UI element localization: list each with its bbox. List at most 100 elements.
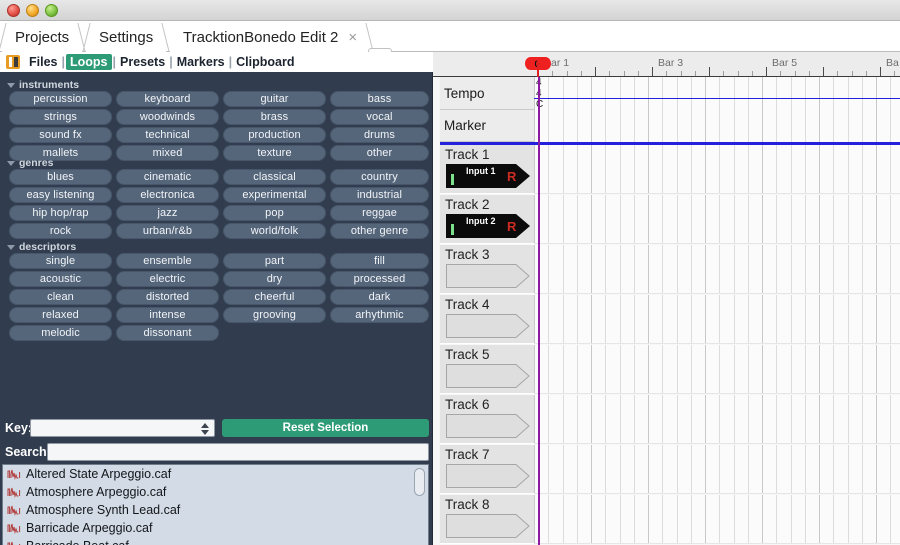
tag-chip[interactable]: industrial xyxy=(330,187,429,203)
results-scrollbar-thumb[interactable] xyxy=(414,468,425,496)
tag-chip[interactable]: production xyxy=(223,127,326,143)
tag-chip[interactable]: keyboard xyxy=(116,91,219,107)
subtab-clipboard[interactable]: Clipboard xyxy=(233,54,297,70)
track-header[interactable]: Track 3 xyxy=(440,245,534,294)
tag-chip[interactable]: experimental xyxy=(223,187,326,203)
tag-chip[interactable]: distorted xyxy=(116,289,219,305)
lane-header-marker[interactable]: Marker xyxy=(440,110,534,142)
close-icon[interactable]: × xyxy=(348,30,357,45)
tag-chip[interactable]: relaxed xyxy=(9,307,112,323)
tag-chip[interactable]: other xyxy=(330,145,429,161)
loop-list-item[interactable]: Barricade Beat.caf xyxy=(3,537,428,545)
track-header[interactable]: Track 8 xyxy=(440,495,534,544)
lane-header-tempo[interactable]: Tempo xyxy=(440,77,534,110)
loop-list-item[interactable]: Atmosphere Arpeggio.caf xyxy=(3,483,428,501)
record-arm-indicator[interactable] xyxy=(451,174,454,185)
track-input-selector[interactable] xyxy=(446,414,530,438)
tag-chip[interactable]: woodwinds xyxy=(116,109,219,125)
tag-chip[interactable]: intense xyxy=(116,307,219,323)
track-input-selector[interactable]: Input 1 R xyxy=(446,164,530,188)
track-lane[interactable] xyxy=(534,295,900,344)
tag-chip[interactable]: mixed xyxy=(116,145,219,161)
track-header[interactable]: Track 7 xyxy=(440,445,534,494)
search-input[interactable] xyxy=(47,443,429,461)
tab-edit-document[interactable]: TracktionBonedo Edit 2 × xyxy=(170,23,374,52)
tag-chip[interactable]: easy listening xyxy=(9,187,112,203)
tag-chip[interactable]: sound fx xyxy=(9,127,112,143)
tag-chip[interactable]: drums xyxy=(330,127,429,143)
subtab-loops[interactable]: Loops xyxy=(66,54,112,70)
tag-chip[interactable]: other genre xyxy=(330,223,429,239)
track-input-selector[interactable] xyxy=(446,264,530,288)
tag-chip[interactable]: electronica xyxy=(116,187,219,203)
tag-chip[interactable]: urban/r&b xyxy=(116,223,219,239)
loop-list-item[interactable]: Barricade Arpeggio.caf xyxy=(3,519,428,537)
track-input-selector[interactable] xyxy=(446,314,530,338)
tab-settings[interactable]: Settings xyxy=(82,23,170,52)
tag-chip[interactable]: rock xyxy=(9,223,112,239)
track-lane[interactable] xyxy=(534,145,900,194)
tag-chip[interactable]: technical xyxy=(116,127,219,143)
tag-chip[interactable]: bass xyxy=(330,91,429,107)
track-lane[interactable] xyxy=(534,395,900,444)
chevron-down-icon[interactable] xyxy=(7,161,15,166)
panel-toggle-icon[interactable] xyxy=(6,55,20,69)
reset-selection-button[interactable]: Reset Selection xyxy=(222,419,429,437)
lane-grid-tempo[interactable]: 4 4 C xyxy=(534,77,900,110)
subtab-markers[interactable]: Markers xyxy=(174,54,228,70)
lane-grid-marker[interactable] xyxy=(534,110,900,142)
zoom-window-button[interactable] xyxy=(45,4,58,17)
tag-chip[interactable]: processed xyxy=(330,271,429,287)
record-arm-indicator[interactable] xyxy=(451,224,454,235)
tag-chip[interactable]: brass xyxy=(223,109,326,125)
tag-chip[interactable]: pop xyxy=(223,205,326,221)
tag-chip[interactable]: ensemble xyxy=(116,253,219,269)
tag-chip[interactable]: arhythmic xyxy=(330,307,429,323)
track-input-selector[interactable]: Input 2 R xyxy=(446,214,530,238)
tag-chip[interactable]: world/folk xyxy=(223,223,326,239)
record-enable-button[interactable]: R xyxy=(507,219,516,234)
chevron-down-icon[interactable] xyxy=(7,83,15,88)
tag-chip[interactable]: vocal xyxy=(330,109,429,125)
track-header[interactable]: Track 6 xyxy=(440,395,534,444)
track-lane[interactable] xyxy=(534,345,900,394)
record-enable-button[interactable]: R xyxy=(507,169,516,184)
track-header[interactable]: Track 4 xyxy=(440,295,534,344)
tag-chip[interactable]: strings xyxy=(9,109,112,125)
track-lane[interactable] xyxy=(534,195,900,244)
track-input-selector[interactable] xyxy=(446,514,530,538)
tag-chip[interactable]: percussion xyxy=(9,91,112,107)
tab-projects[interactable]: Projects xyxy=(0,23,86,52)
subtab-files[interactable]: Files xyxy=(26,54,61,70)
tag-chip[interactable]: guitar xyxy=(223,91,326,107)
loop-list-item[interactable]: Altered State Arpeggio.caf xyxy=(3,465,428,483)
tag-chip[interactable]: melodic xyxy=(9,325,112,341)
tag-chip[interactable]: reggae xyxy=(330,205,429,221)
tag-chip[interactable]: dissonant xyxy=(116,325,219,341)
track-lane[interactable] xyxy=(534,445,900,494)
timeline-ruler[interactable]: Bar 1Bar 3Bar 5Ba 0 xyxy=(433,52,900,77)
tag-chip[interactable]: dry xyxy=(223,271,326,287)
track-lane[interactable] xyxy=(534,245,900,294)
tag-chip[interactable]: fill xyxy=(330,253,429,269)
tag-chip[interactable]: cinematic xyxy=(116,169,219,185)
tag-chip[interactable]: blues xyxy=(9,169,112,185)
tag-chip[interactable]: electric xyxy=(116,271,219,287)
tag-chip[interactable]: classical xyxy=(223,169,326,185)
tag-chip[interactable]: jazz xyxy=(116,205,219,221)
track-header[interactable]: Track 2 Input 2 R xyxy=(440,195,534,244)
tag-chip[interactable]: cheerful xyxy=(223,289,326,305)
tag-chip[interactable]: grooving xyxy=(223,307,326,323)
tag-chip[interactable]: dark xyxy=(330,289,429,305)
tag-chip[interactable]: texture xyxy=(223,145,326,161)
key-select[interactable] xyxy=(30,419,215,437)
tag-chip[interactable]: acoustic xyxy=(9,271,112,287)
subtab-presets[interactable]: Presets xyxy=(117,54,168,70)
loop-results-list[interactable]: Altered State Arpeggio.caf Atmosphere Arp… xyxy=(2,464,429,545)
track-input-selector[interactable] xyxy=(446,464,530,488)
track-lane[interactable] xyxy=(534,495,900,544)
tag-chip[interactable]: part xyxy=(223,253,326,269)
track-header[interactable]: Track 5 xyxy=(440,345,534,394)
track-input-selector[interactable] xyxy=(446,364,530,388)
chevron-down-icon[interactable] xyxy=(7,245,15,250)
